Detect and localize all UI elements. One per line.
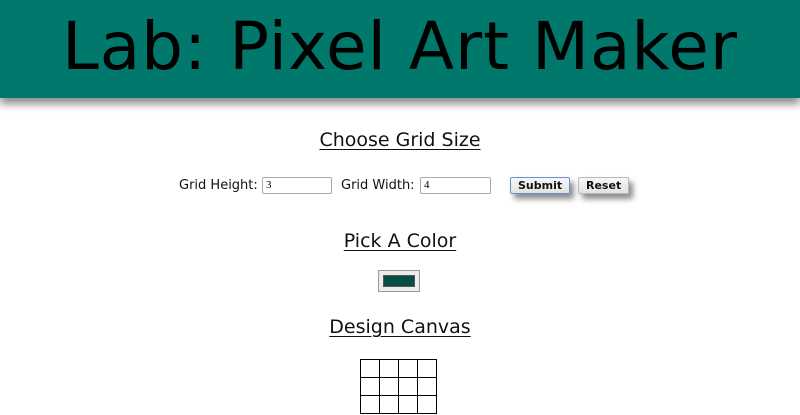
canvas-cell[interactable] (360, 395, 380, 414)
canvas-row (360, 359, 437, 378)
canvas-cell[interactable] (398, 395, 418, 414)
design-canvas (360, 359, 437, 414)
canvas-cell[interactable] (398, 359, 418, 378)
canvas-cell[interactable] (417, 395, 437, 414)
design-canvas-heading: Design Canvas (329, 316, 471, 338)
canvas-row (360, 395, 437, 414)
canvas-body (360, 359, 437, 414)
grid-height-label: Grid Height: (179, 178, 258, 193)
color-swatch (383, 275, 415, 287)
pick-color-heading: Pick A Color (343, 230, 457, 252)
canvas-cell[interactable] (379, 395, 399, 414)
canvas-row (360, 377, 437, 396)
header-banner: Lab: Pixel Art Maker (0, 0, 800, 98)
canvas-cell[interactable] (398, 377, 418, 396)
page-title: Lab: Pixel Art Maker (61, 8, 739, 85)
reset-button[interactable]: Reset (578, 177, 630, 194)
canvas-cell[interactable] (379, 377, 399, 396)
grid-height-input[interactable] (262, 177, 332, 194)
grid-size-form: Grid Height: Grid Width: Submit Reset (0, 176, 800, 198)
canvas-cell[interactable] (379, 359, 399, 378)
canvas-cell[interactable] (360, 377, 380, 396)
canvas-cell[interactable] (417, 377, 437, 396)
canvas-cell[interactable] (417, 359, 437, 378)
submit-button[interactable]: Submit (510, 177, 571, 194)
grid-width-label: Grid Width: (341, 178, 415, 193)
grid-size-heading: Choose Grid Size (319, 129, 481, 151)
canvas-cell[interactable] (360, 359, 380, 378)
grid-width-input[interactable] (420, 177, 491, 194)
color-picker[interactable] (378, 270, 420, 292)
